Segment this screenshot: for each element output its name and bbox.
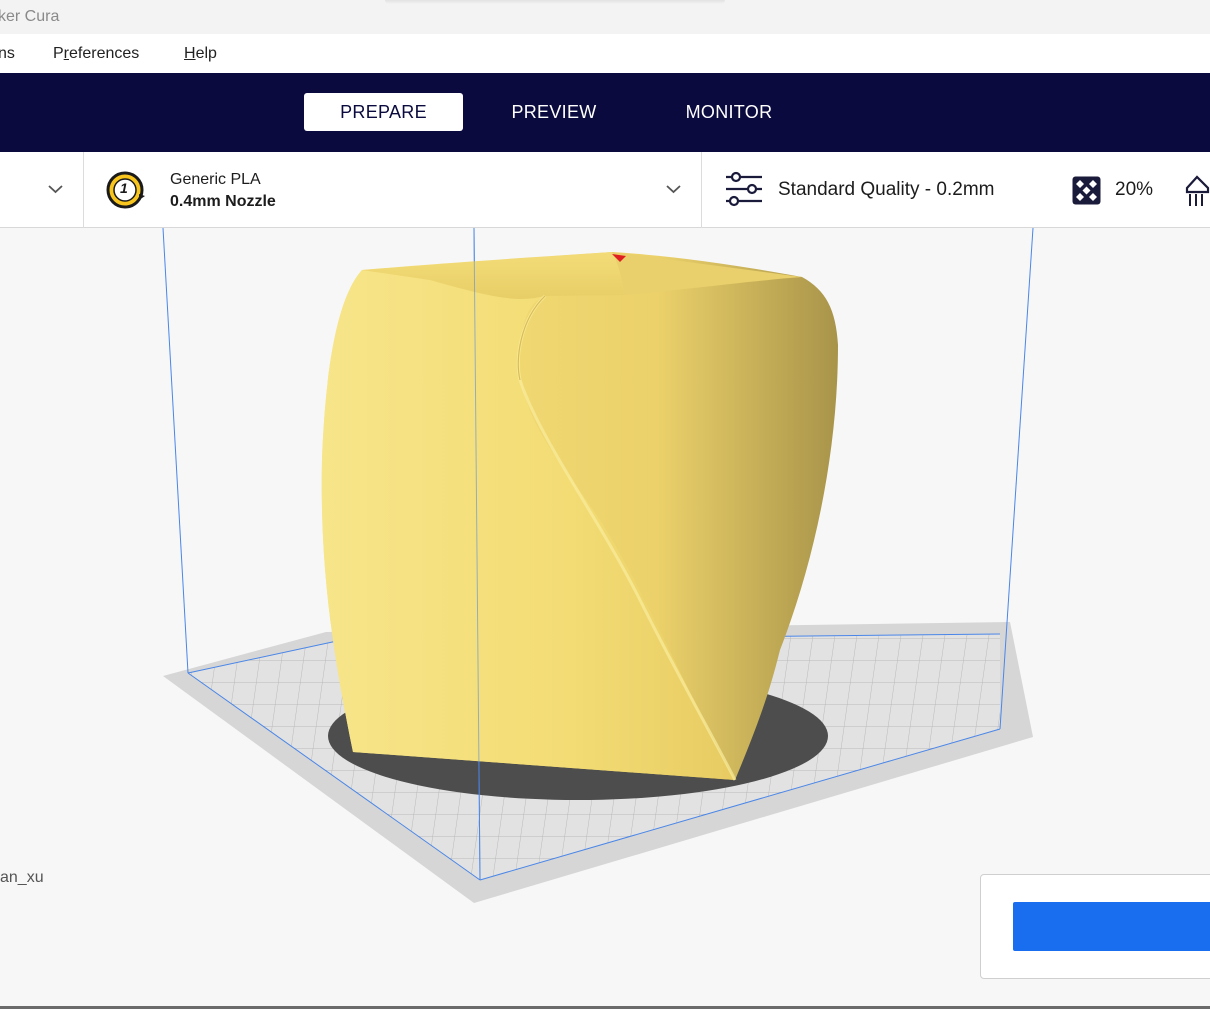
- title-bar: ker Cura: [0, 0, 1210, 34]
- infill-percentage: 20%: [1115, 179, 1154, 200]
- infill-icon: [1072, 176, 1101, 205]
- print-setup-toolbar: 1 Generic PLA 0.4mm Nozzle Standard Qual…: [0, 152, 1210, 228]
- action-panel: [980, 874, 1210, 979]
- stage-bar: PREPARE PREVIEW MONITOR: [0, 73, 1210, 152]
- model-twisted-vase[interactable]: [321, 252, 838, 781]
- quality-profile: Standard Quality - 0.2mm: [778, 179, 995, 200]
- nozzle-size: 0.4mm Nozzle: [170, 193, 276, 210]
- print-settings-selector[interactable]: Standard Quality - 0.2mm 20%: [702, 152, 1210, 228]
- title-bar-notch: [385, 0, 725, 4]
- chevron-down-icon: [666, 185, 681, 194]
- slice-button[interactable]: [1013, 902, 1210, 951]
- help-mnemonic: H: [184, 45, 196, 62]
- menu-item-preferences[interactable]: Preferences: [53, 45, 139, 63]
- material-name: Generic PLA: [170, 171, 261, 188]
- tab-prepare[interactable]: PREPARE: [304, 93, 463, 131]
- menu-item-help[interactable]: Help: [184, 45, 217, 63]
- extruder-number: 1: [120, 180, 128, 196]
- menu-item-extensions[interactable]: ns: [0, 45, 15, 63]
- chevron-down-icon: [48, 185, 63, 194]
- window-title: ker Cura: [0, 8, 60, 25]
- tab-monitor[interactable]: MONITOR: [669, 93, 789, 131]
- tab-preview[interactable]: PREVIEW: [494, 93, 614, 131]
- printer-selector[interactable]: [0, 152, 83, 228]
- support-icon: [1185, 175, 1210, 206]
- material-selector[interactable]: 1 Generic PLA 0.4mm Nozzle: [84, 152, 701, 228]
- object-name-label: an_xu: [0, 869, 44, 886]
- settings-sliders-icon: [726, 171, 762, 207]
- preferences-mnemonic: r: [63, 45, 69, 62]
- menu-bar: ns Preferences Help: [0, 34, 1210, 73]
